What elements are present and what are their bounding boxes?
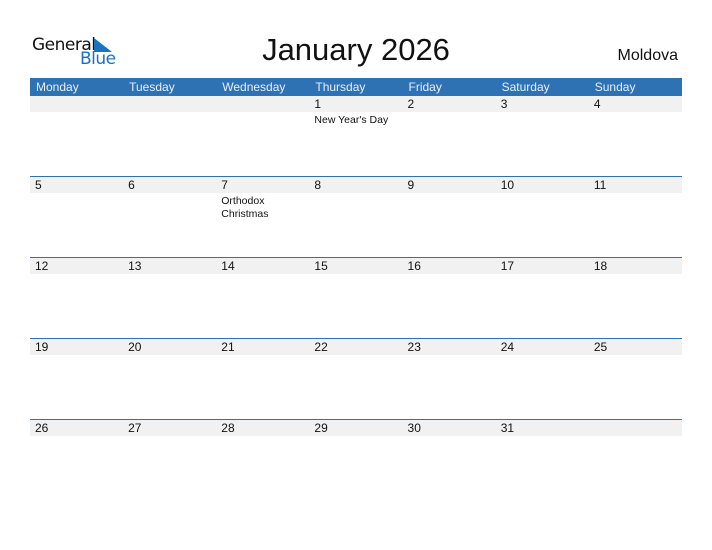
day-number: 5 [35, 178, 42, 192]
day-cell: 14 [216, 258, 309, 339]
day-cell [216, 96, 309, 177]
day-cell: 25 [589, 339, 682, 420]
day-number: 14 [221, 259, 235, 273]
country-label: Moldova [617, 47, 678, 64]
day-cell: 26 [30, 420, 123, 501]
day-number: 29 [314, 421, 328, 435]
week-row: 5 6 7 Orthodox Christmas 8 9 10 11 [30, 176, 682, 258]
day-cell: 19 [30, 339, 123, 420]
day-number: 2 [407, 97, 415, 111]
weekday-tuesday: Tuesday [129, 80, 175, 94]
day-cell: 21 [216, 339, 309, 420]
day-number: 25 [593, 340, 608, 354]
day-number: 26 [35, 421, 49, 435]
day-cell: 11 [589, 177, 682, 258]
weekday-monday: Monday [36, 80, 79, 94]
week-row: 19 20 21 22 23 24 25 [30, 338, 682, 420]
day-cell: 31 [496, 420, 589, 501]
day-cell: 18 [589, 258, 682, 339]
day-cell: 3 [496, 96, 589, 177]
weekday-header: Monday Tuesday Wednesday Thursday Friday… [30, 78, 682, 96]
day-cell: 1 New Year's Day [309, 96, 402, 177]
day-number: 15 [314, 259, 328, 273]
holiday-label: Orthodox Christmas [221, 195, 269, 220]
weekday-friday: Friday [408, 80, 442, 94]
weekday-thursday: Thursday [315, 80, 366, 94]
day-cell: 7 Orthodox Christmas [216, 177, 309, 258]
day-cell: 29 [309, 420, 402, 501]
day-number: 19 [35, 340, 49, 354]
weekday-wednesday: Wednesday [222, 80, 286, 94]
day-number: 24 [500, 340, 515, 354]
day-cell: 2 [403, 96, 496, 177]
day-number: 23 [407, 340, 421, 354]
day-number: 27 [128, 421, 142, 435]
day-number: 21 [221, 340, 235, 354]
day-number: 4 [593, 97, 601, 111]
day-cell: 17 [496, 258, 589, 339]
day-number: 22 [314, 340, 328, 354]
day-cell: 13 [123, 258, 216, 339]
day-number: 10 [500, 178, 515, 192]
day-cell: 6 [123, 177, 216, 258]
week-row: 26 27 28 29 30 31 [30, 419, 682, 501]
day-number: 9 [407, 178, 415, 192]
day-number: 31 [500, 421, 515, 435]
day-number: 16 [407, 259, 421, 273]
day-cell: 4 [589, 96, 682, 177]
day-cell: 23 [403, 339, 496, 420]
day-number: 6 [128, 178, 135, 192]
week-row: 1 New Year's Day 2 3 4 [30, 96, 682, 177]
calendar-title: January 2026 [262, 32, 450, 67]
day-number: 1 [314, 97, 322, 111]
day-cell: 27 [123, 420, 216, 501]
day-number: 8 [314, 178, 322, 192]
day-cell: 15 [309, 258, 402, 339]
day-cell: 16 [403, 258, 496, 339]
day-cell: 30 [403, 420, 496, 501]
day-cell: 28 [216, 420, 309, 501]
day-cell: 9 [403, 177, 496, 258]
day-cell: 20 [123, 339, 216, 420]
day-cell: 12 [30, 258, 123, 339]
weekday-saturday: Saturday [501, 80, 550, 94]
day-number: 12 [35, 259, 49, 273]
day-number: 30 [407, 421, 421, 435]
day-cell [30, 96, 123, 177]
day-cell: 24 [496, 339, 589, 420]
holiday-label: New Year's Day [314, 114, 389, 126]
day-number: 17 [500, 259, 515, 273]
day-cell: 8 [309, 177, 402, 258]
day-number: 20 [128, 340, 142, 354]
day-cell: 5 [30, 177, 123, 258]
day-number: 28 [221, 421, 235, 435]
day-cell [123, 96, 216, 177]
day-number: 3 [500, 97, 508, 111]
day-number: 13 [128, 259, 142, 273]
week-row: 12 13 14 15 16 17 18 [30, 257, 682, 339]
day-number: 18 [593, 259, 608, 273]
day-cell: 10 [496, 177, 589, 258]
day-number: 11 [593, 178, 607, 192]
day-cell: 22 [309, 339, 402, 420]
day-cell [589, 420, 682, 501]
weekday-sunday: Sunday [594, 80, 636, 94]
day-number: 7 [221, 178, 228, 192]
